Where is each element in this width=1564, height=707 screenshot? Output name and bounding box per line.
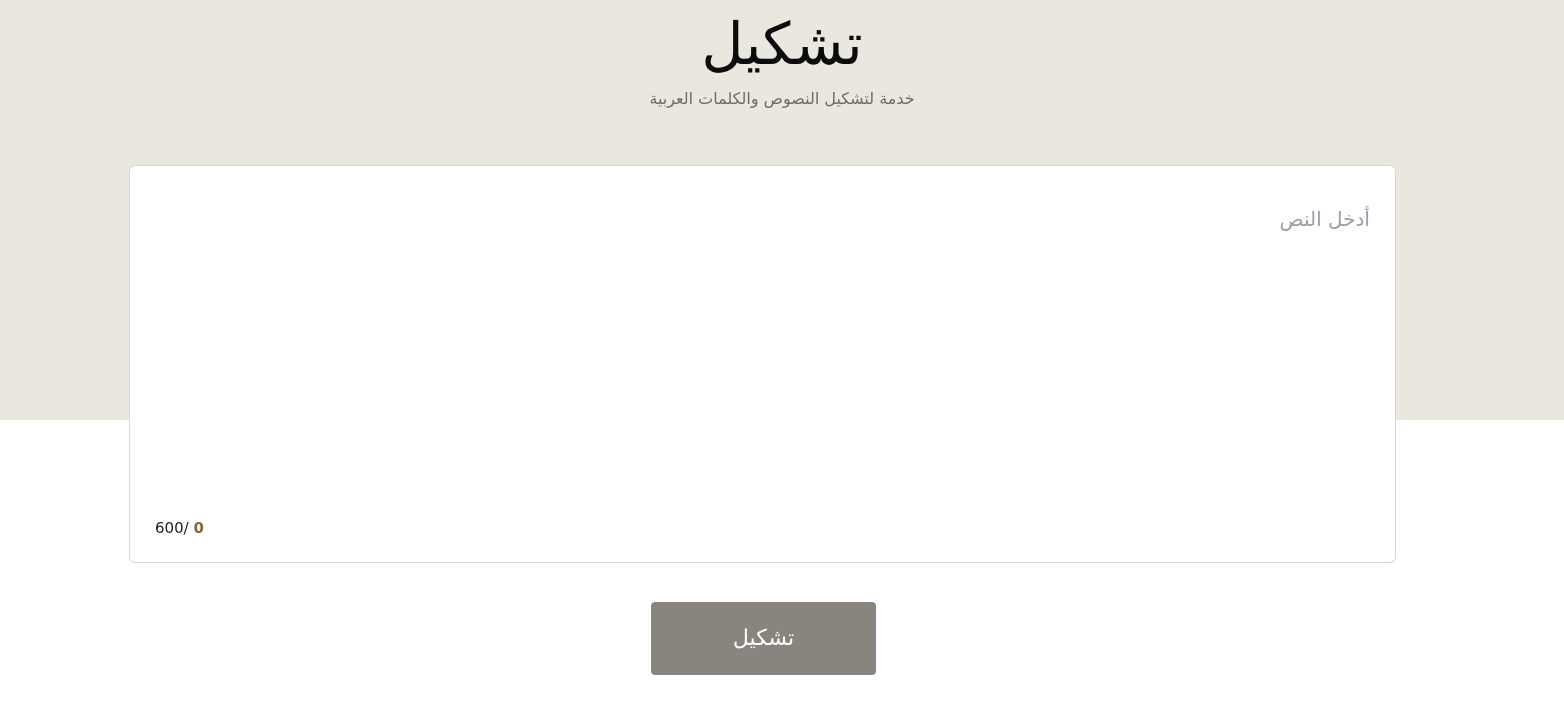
character-limit: 600/ bbox=[155, 519, 189, 537]
text-input[interactable] bbox=[154, 204, 1370, 494]
text-input-card: 600/ 0 bbox=[129, 165, 1396, 563]
character-count: 0 bbox=[193, 519, 204, 537]
app-logo-title: تشكيل bbox=[701, 10, 863, 78]
tagline: خدمة لتشكيل النصوص والكلمات العربية bbox=[649, 89, 915, 108]
diacritize-button[interactable]: تشكيل bbox=[651, 602, 876, 675]
character-counter: 600/ 0 bbox=[155, 517, 204, 539]
